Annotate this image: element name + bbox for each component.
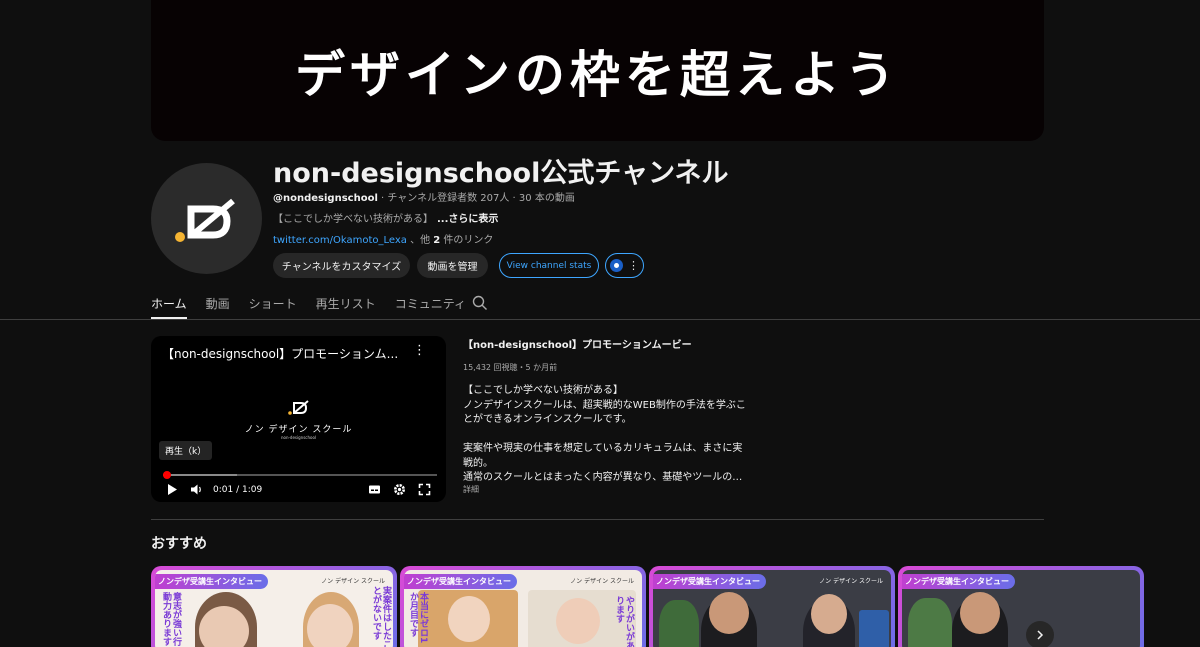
channel-avatar[interactable]: [151, 163, 262, 274]
section-divider: [151, 519, 1044, 520]
player-logo-en: non-designschool: [280, 435, 317, 440]
video-thumbnail: 本当にゼロ1か月目です やりがいがあります ノンデザ受講生インタビュー ノン デ…: [404, 570, 642, 647]
card-tag: ノンデザ受講生インタビュー: [902, 574, 1015, 589]
person-face: [811, 594, 847, 634]
channel-search-icon[interactable]: [472, 295, 488, 311]
buffered-bar: [163, 474, 237, 476]
recommended-video-card[interactable]: 意志が強い行動力あります 実案件はしたことがないです ノンデザ受講生インタビュー…: [151, 566, 397, 647]
tab-community[interactable]: コミュニティ: [395, 290, 466, 319]
featured-video-title[interactable]: 【non-designschool】プロモーションムービー: [463, 336, 692, 351]
channel-name: non-designschool公式チャンネル: [273, 158, 729, 189]
thumb-caption: 意志が強い行動力あります: [161, 592, 181, 646]
view-channel-stats-button[interactable]: View channel stats: [499, 253, 599, 278]
twitter-link[interactable]: twitter.com/Okamoto_Lexa: [273, 235, 407, 246]
player-title[interactable]: 【non-designschool】プロモーションム...: [162, 345, 407, 362]
thumb-caption: 実案件はしたことがないです: [371, 586, 391, 647]
nds-logo-icon: [288, 400, 309, 415]
video-thumbnail: ノンデザ受講生インタビュー ノン デザイン スクール: [653, 570, 891, 647]
person-face: [556, 598, 600, 644]
carousel-next-button[interactable]: [1026, 621, 1054, 647]
description-text: 【ここでしか学べない技術がある】: [273, 214, 433, 225]
scrubber-handle[interactable]: [163, 471, 172, 479]
thumb-caption: やりがいがあります: [614, 596, 634, 647]
desc-line: 通常のスクールとはまったく内容が異なり、基礎やツールの…: [463, 472, 743, 483]
desc-line: 戦的。: [463, 457, 493, 469]
tab-shorts[interactable]: ショート: [249, 290, 297, 319]
card-tag: ノンデザ受講生インタビュー: [653, 574, 766, 589]
featured-video-description: 【ここでしか学べない技術がある】 ノンデザインスクールは、超実戦的なWEB制作の…: [463, 384, 746, 486]
desc-line: [463, 428, 743, 443]
tab-home[interactable]: ホーム: [151, 290, 187, 319]
desc-line: 【ここでしか学べない技術がある】: [463, 385, 623, 396]
player-controls: 0:01 / 1:09: [151, 482, 446, 498]
person-face: [307, 604, 353, 647]
customize-channel-button[interactable]: チャンネルをカスタマイズ: [273, 253, 410, 278]
fullscreen-icon[interactable]: [418, 483, 431, 496]
card-brand: ノン デザイン スクール: [819, 578, 883, 585]
recommended-video-card[interactable]: 本当にゼロ1か月目です やりがいがあります ノンデザ受講生インタビュー ノン デ…: [400, 566, 646, 647]
recommended-video-card[interactable]: ノンデザ受講生インタビュー: [898, 566, 1144, 647]
play-icon[interactable]: [166, 483, 178, 496]
video-thumbnail: ノンデザ受講生インタビュー: [902, 570, 1140, 647]
thumb-caption: 本当にゼロ1か月目です: [408, 592, 428, 644]
video-thumbnail: 意志が強い行動力あります 実案件はしたことがないです ノンデザ受講生インタビュー…: [155, 570, 393, 647]
channel-banner: デザインの枠を超えよう: [151, 0, 1044, 141]
sign-shape: [859, 610, 889, 647]
chevron-right-icon: [1037, 630, 1044, 640]
player-menu-icon[interactable]: ⋮: [413, 343, 426, 358]
settings-gear-icon[interactable]: [393, 483, 406, 496]
play-tooltip: 再生（k）: [159, 441, 213, 460]
plant-shape: [659, 600, 699, 647]
person-face: [960, 592, 1000, 634]
recommended-video-card[interactable]: ノンデザ受講生インタビュー ノン デザイン スクール: [649, 566, 895, 647]
featured-video-meta: 15,432 回視聴・5 か月前: [463, 363, 558, 372]
channel-tabs: ホーム 動画 ショート 再生リスト コミュニティ: [151, 290, 485, 320]
links-text-post[interactable]: 件のリンク: [440, 235, 493, 246]
banner-text: デザインの枠を超えよう: [295, 45, 900, 104]
links-text-pre: 、他: [406, 235, 434, 246]
person-face: [448, 596, 490, 642]
channel-links: twitter.com/Okamoto_Lexa 、他 2 件のリンク: [273, 231, 493, 246]
channel-stats: · チャンネル登録者数 207人 · 30 本の動画: [377, 193, 575, 204]
tab-videos[interactable]: 動画: [206, 290, 230, 319]
channel-logo-icon: [175, 198, 235, 242]
more-vert-icon: ⋮: [628, 259, 639, 272]
featured-video-player[interactable]: 【non-designschool】プロモーションム... ⋮ ノン デザイン …: [151, 336, 446, 502]
subtitles-icon[interactable]: [368, 483, 381, 496]
desc-line: 実案件や現実の仕事を想定しているカリキュラムは、まさに実: [463, 443, 743, 454]
mini-avatar-icon: [610, 259, 623, 272]
tab-playlists[interactable]: 再生リスト: [316, 290, 376, 319]
desc-line: ノンデザインスクールは、超実戦的なWEB制作の手法を学ぶこ: [463, 399, 746, 411]
progress-bar[interactable]: [163, 471, 437, 479]
player-logo-jp: ノン デザイン スクール: [244, 425, 353, 435]
card-brand: ノン デザイン スクール: [570, 578, 634, 585]
channel-meta: @nondesignschool · チャンネル登録者数 207人 · 30 本…: [273, 189, 575, 204]
card-tag: ノンデザ受講生インタビュー: [155, 574, 268, 589]
volume-icon[interactable]: [190, 483, 203, 496]
details-link[interactable]: 詳細: [463, 484, 479, 495]
card-tag: ノンデザ受講生インタビュー: [404, 574, 517, 589]
desc-line: とができるオンラインスクールです。: [463, 414, 632, 425]
channel-description[interactable]: 【ここでしか学べない技術がある】 ...さらに表示: [273, 210, 498, 225]
person-face: [709, 592, 749, 634]
player-time: 0:01 / 1:09: [213, 485, 263, 495]
show-more-link[interactable]: ...さらに表示: [437, 214, 498, 225]
plant-shape: [908, 598, 952, 647]
channel-more-button[interactable]: ⋮: [605, 253, 644, 278]
recommended-heading: おすすめ: [151, 536, 207, 552]
tabs-divider: [0, 319, 1200, 320]
card-brand: ノン デザイン スクール: [321, 578, 385, 585]
manage-videos-button[interactable]: 動画を管理: [417, 253, 488, 278]
channel-handle: @nondesignschool: [273, 193, 378, 204]
